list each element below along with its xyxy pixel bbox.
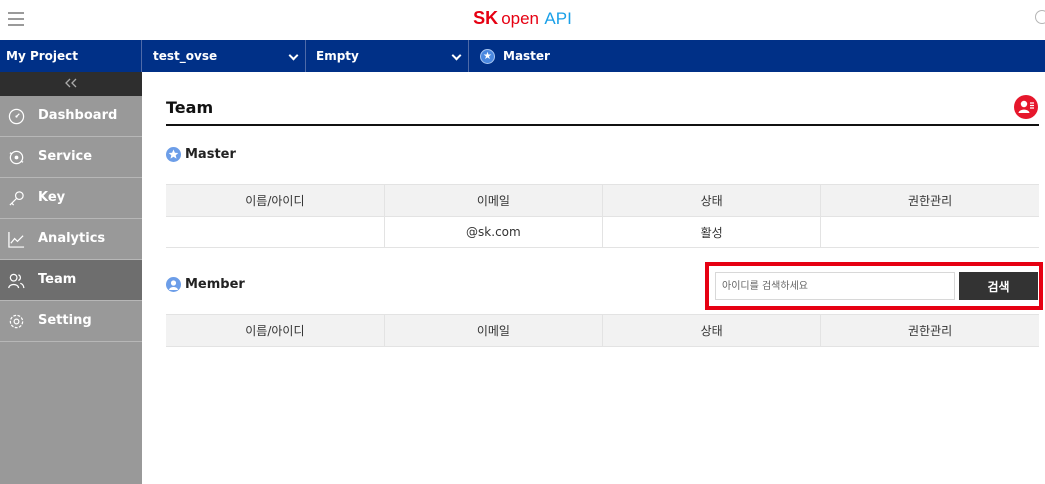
column-name-id: 이름/아이디 (166, 314, 385, 347)
sidebar-item-label: Team (38, 272, 77, 287)
sidebar-item-setting[interactable]: Setting (0, 301, 142, 342)
cell-email: @sk.com (384, 216, 604, 248)
cell-permissions (820, 216, 1039, 248)
double-chevron-left-icon (65, 78, 77, 88)
sidebar-item-label: Key (38, 190, 66, 205)
logo[interactable]: SK open API (0, 8, 1045, 29)
sidebar-item-dashboard[interactable]: Dashboard (0, 96, 142, 137)
member-table: 이름/아이디 이메일 상태 권한관리 (166, 314, 1039, 347)
logo-sk: SK (473, 8, 499, 28)
logo-open: open (501, 9, 540, 28)
add-member-button[interactable] (1014, 95, 1038, 119)
environment-select[interactable]: Empty (306, 40, 469, 72)
analytics-icon (8, 231, 25, 248)
column-email: 이메일 (384, 314, 604, 347)
master-section-label: Master (185, 147, 236, 162)
service-select[interactable]: test_ovse (142, 40, 306, 72)
add-user-icon (1018, 100, 1034, 113)
sidebar-item-team[interactable]: Team (0, 260, 142, 301)
chevron-down-icon (288, 50, 299, 61)
column-name-id: 이름/아이디 (166, 184, 385, 217)
master-section-heading: Master (166, 147, 236, 162)
member-section-label: Member (185, 277, 245, 292)
column-permissions: 권한관리 (820, 184, 1039, 217)
member-section-heading: Member (166, 277, 245, 292)
chevron-down-icon (451, 50, 462, 61)
search-input[interactable] (715, 272, 955, 300)
master-table: 이름/아이디 이메일 상태 권한관리 @sk.com 활성 (166, 184, 1039, 248)
table-row: @sk.com 활성 (166, 216, 1039, 248)
user-icon[interactable] (1035, 10, 1045, 24)
column-permissions: 권한관리 (820, 314, 1039, 347)
star-icon (166, 147, 181, 162)
main-content: Team Master 이름/아이디 이메일 상태 권한관리 @sk.com 활… (142, 72, 1045, 484)
dashboard-icon (8, 108, 25, 125)
cell-status: 활성 (602, 216, 822, 248)
logo-api: API (544, 9, 572, 28)
page-title: Team (166, 98, 214, 117)
role-indicator: ★ Master (469, 40, 1045, 72)
sidebar-item-label: Dashboard (38, 108, 118, 123)
column-status: 상태 (602, 314, 822, 347)
sidebar: Dashboard Service Key Analytics Team Set… (0, 72, 142, 484)
sidebar-item-label: Setting (38, 313, 92, 328)
collapse-sidebar-button[interactable] (0, 72, 142, 96)
project-nav-bar: My Project test_ovse Empty ★ Master (0, 40, 1045, 72)
project-label: My Project (0, 40, 142, 72)
sidebar-item-key[interactable]: Key (0, 178, 142, 219)
sidebar-item-label: Service (38, 149, 93, 164)
sidebar-item-label: Analytics (38, 231, 106, 246)
column-status: 상태 (602, 184, 822, 217)
service-icon (9, 150, 24, 165)
top-bar: SK open API (0, 0, 1045, 40)
sidebar-item-analytics[interactable]: Analytics (0, 219, 142, 260)
gear-icon (9, 314, 24, 329)
key-icon (9, 191, 24, 206)
service-select-value: test_ovse (153, 49, 218, 63)
role-label: Master (503, 49, 550, 63)
sidebar-item-service[interactable]: Service (0, 137, 142, 178)
team-icon (8, 273, 25, 289)
column-email: 이메일 (384, 184, 604, 217)
cell-name-id (166, 216, 385, 248)
environment-select-value: Empty (316, 49, 359, 63)
table-header-row: 이름/아이디 이메일 상태 권한관리 (166, 184, 1039, 217)
search-button[interactable]: 검색 (959, 272, 1038, 300)
star-icon: ★ (480, 49, 495, 64)
title-divider (166, 124, 1039, 126)
user-icon (166, 277, 181, 292)
table-header-row: 이름/아이디 이메일 상태 권한관리 (166, 314, 1039, 347)
